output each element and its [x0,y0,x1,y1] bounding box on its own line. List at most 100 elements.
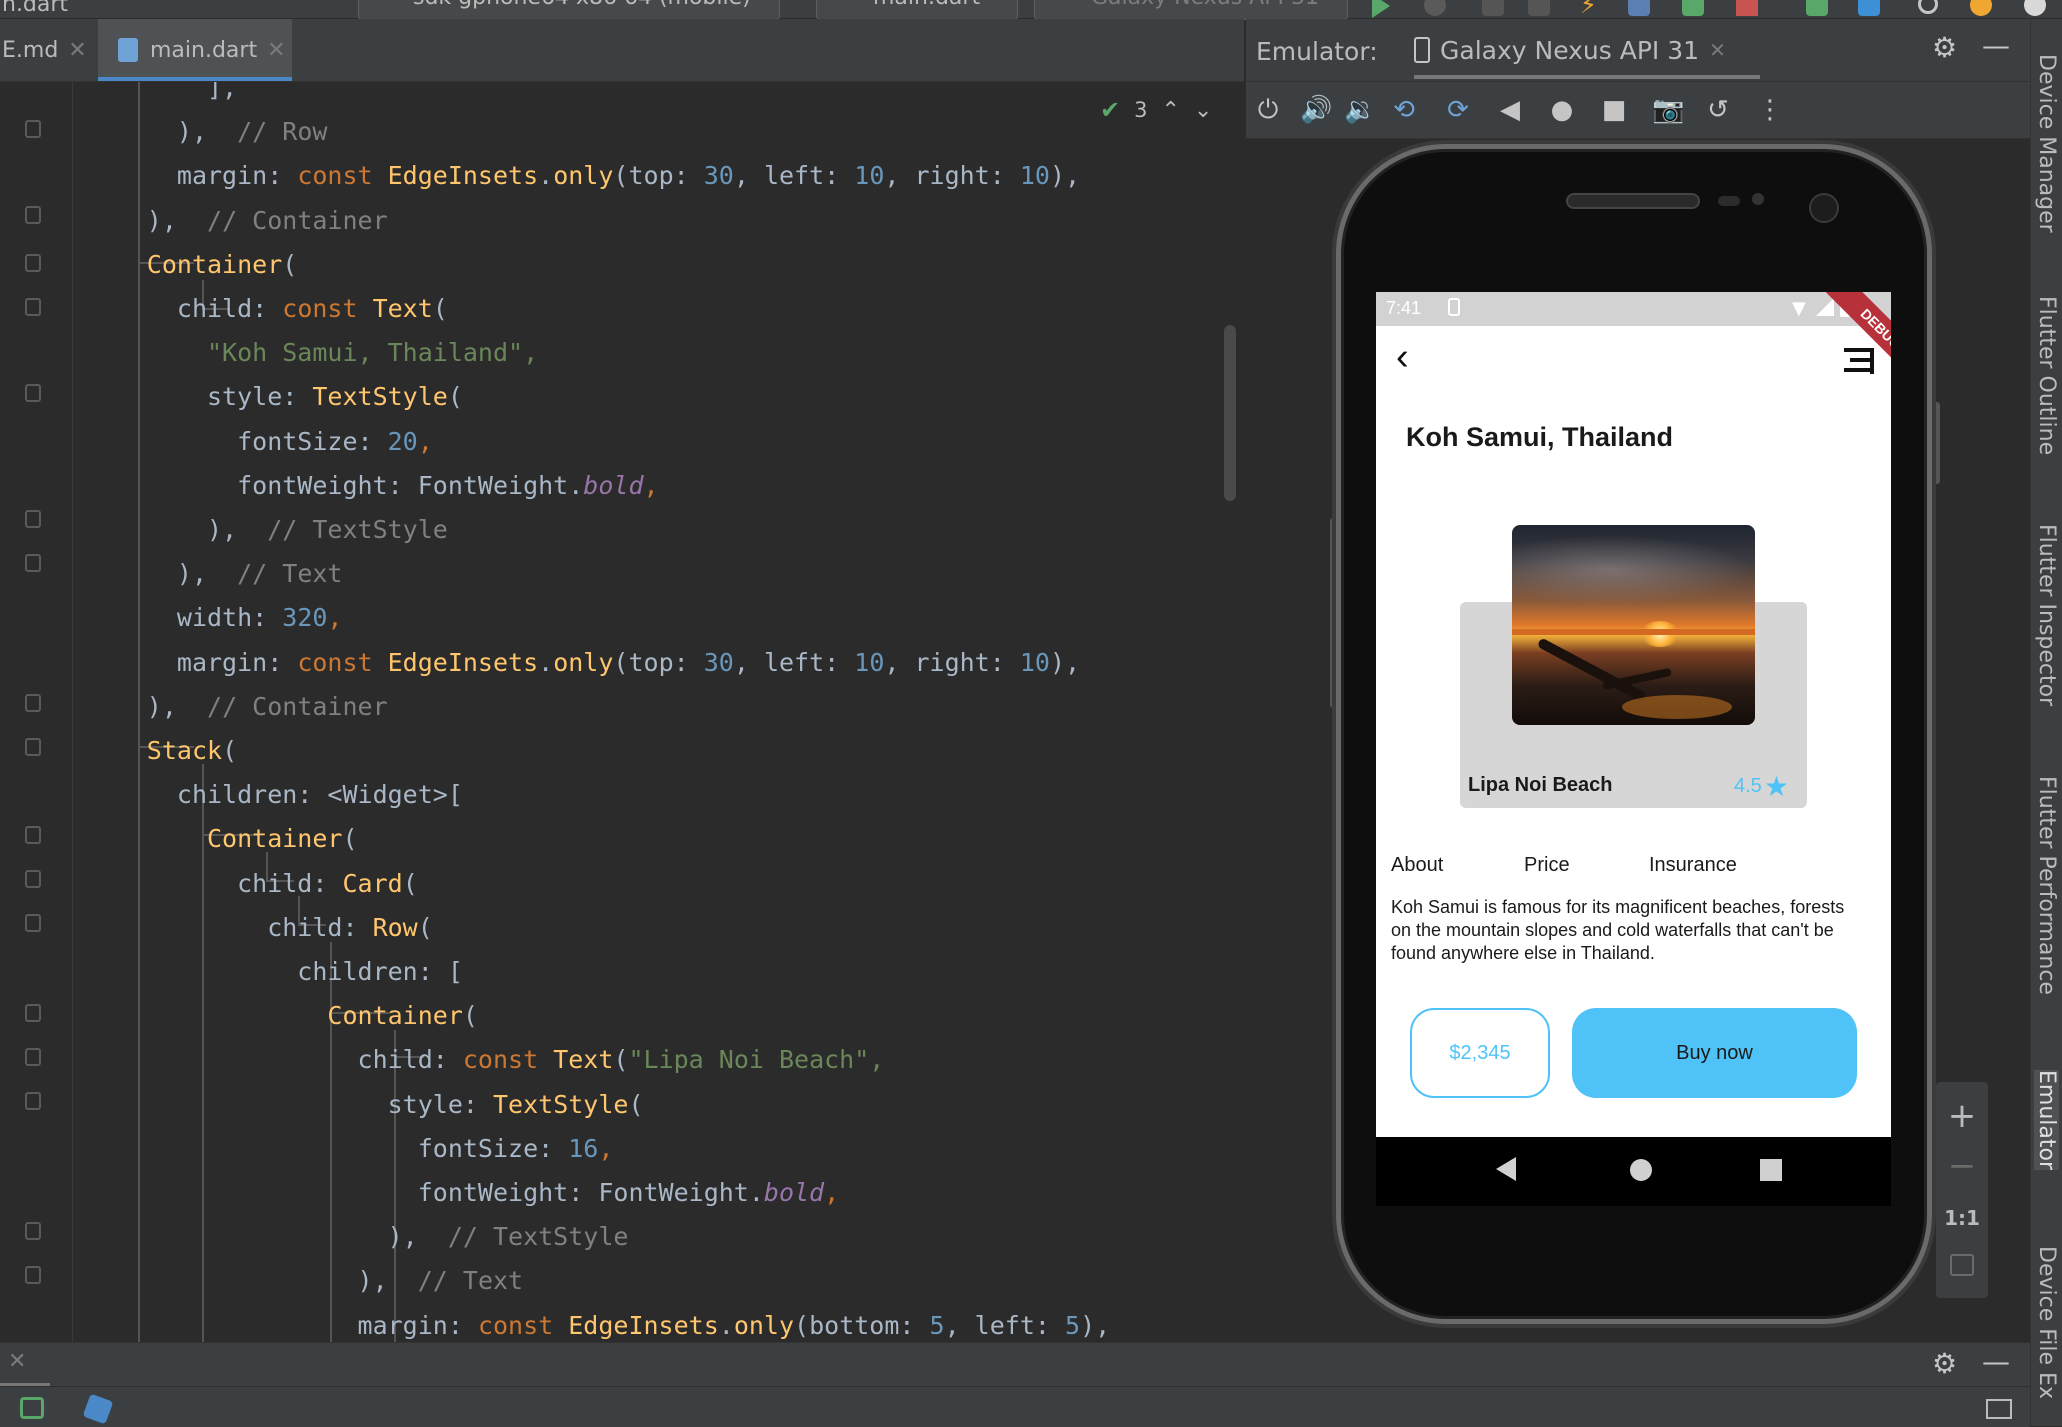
more-icon[interactable]: ⋮ [1756,96,1784,124]
code-line[interactable]: margin: const EdgeInsets.only(top: 30, l… [147,154,1080,198]
zoom-in-button[interactable]: + [1936,1096,1988,1136]
code-line[interactable]: ), // Text [147,1259,524,1303]
hot-reload-icon[interactable]: ⚡ [1580,0,1602,17]
account-icon[interactable] [2024,0,2046,16]
code-line[interactable]: children: [ [147,950,463,994]
code-line[interactable]: child: const Text("Lipa Noi Beach", [147,1038,885,1082]
minimize-icon[interactable]: — [1982,1345,2010,1378]
code-line[interactable]: width: 320, [147,596,343,640]
power-icon[interactable]: ⏻ [1254,96,1282,124]
hot-restart-icon[interactable] [1628,0,1650,16]
device-selector[interactable]: sdk gphone64 x86 64 (mobile) [358,0,780,20]
tool-window-device-manager[interactable]: Device Manager [2034,54,2059,233]
nav-recents-icon[interactable] [1760,1159,1782,1181]
code-line[interactable]: child: const Text( [147,287,448,331]
tool-window-flutter-inspector[interactable]: Flutter Inspector [2034,524,2059,706]
snapshot-icon[interactable]: ↺ [1704,96,1732,124]
fold-marker[interactable] [25,1048,41,1066]
home-icon[interactable]: ● [1548,96,1576,124]
nav-home-icon[interactable] [1630,1159,1652,1181]
debug-icon[interactable] [1424,0,1446,16]
updates-icon[interactable] [1970,0,1992,16]
tab-about[interactable]: About [1391,854,1443,877]
gear-icon[interactable]: ⚙ [1932,1347,1957,1380]
sync-icon[interactable] [1858,0,1880,16]
fold-marker[interactable] [25,384,41,402]
stop-icon[interactable] [1736,0,1758,16]
nav-back-icon[interactable] [1496,1157,1516,1181]
gear-icon[interactable]: ⚙ [1932,31,1957,64]
tab-readme[interactable]: E.md ✕ [0,19,98,81]
code-line[interactable]: Container( [147,994,478,1038]
menu-icon[interactable] [1844,348,1874,374]
code-line[interactable]: ), // Container [147,685,388,729]
code-line[interactable]: child: Card( [147,862,418,906]
profile-icon[interactable] [1482,0,1504,16]
tab-emulator-device[interactable]: Galaxy Nexus API 31 ✕ [1414,19,1760,81]
attach-icon[interactable] [1528,0,1550,16]
code-line[interactable]: ], [147,82,237,110]
chevron-down-icon[interactable]: ⌄ [1194,98,1212,123]
fold-marker[interactable] [25,1092,41,1110]
tab-insurance[interactable]: Insurance [1649,854,1737,877]
tool-window-flutter-outline[interactable]: Flutter Outline [2034,296,2059,455]
back-icon[interactable]: ◀ [1496,96,1524,124]
code-line[interactable]: child: Row( [147,906,433,950]
code-line[interactable]: ), // Row [147,110,328,154]
rotate-right-icon[interactable]: ⟳ [1444,96,1472,124]
minimize-icon[interactable]: — [1982,29,2010,62]
chevron-up-icon[interactable]: ⌃ [1161,98,1179,123]
run-icon[interactable] [1372,0,1390,18]
tool-window-flutter-performance[interactable]: Flutter Performance [2034,776,2059,995]
fold-marker[interactable] [25,1004,41,1022]
code-line[interactable]: "Koh Samui, Thailand", [147,331,538,375]
fold-marker[interactable] [25,510,41,528]
avd-manager-icon[interactable] [1806,0,1828,16]
editor-scrollbar[interactable] [1224,325,1236,501]
camera-icon[interactable]: 📷 [1652,96,1684,124]
fold-marker[interactable] [25,254,41,272]
code-line[interactable]: Container( [147,817,358,861]
code-line[interactable]: fontWeight: FontWeight.bold, [147,1171,839,1215]
fold-marker[interactable] [25,120,41,138]
phone-screen[interactable]: 7:41 ▼ DEBUG ‹ Koh Samui, Thailand Lipa … [1376,292,1891,1137]
run-config-selector[interactable]: main.dart [816,0,1018,20]
fold-marker[interactable] [25,1266,41,1284]
tool-window-emulator[interactable]: Emulator [2034,1070,2059,1170]
close-icon[interactable]: ✕ [267,38,285,63]
search-icon[interactable] [1918,0,1938,14]
layout-icon[interactable] [1986,1399,2012,1419]
code-line[interactable]: ), // Text [147,552,343,596]
code-line[interactable]: Container( [147,243,298,287]
code-line[interactable]: margin: const EdgeInsets.only(bottom: 5,… [147,1304,1111,1342]
code-line[interactable]: margin: const EdgeInsets.only(top: 30, l… [147,641,1080,685]
zoom-actual-size-button[interactable]: 1:1 [1936,1206,1988,1230]
price-button[interactable]: $2,345 [1410,1008,1550,1098]
volume-up-icon[interactable]: 🔊 [1300,96,1332,124]
fold-marker[interactable] [25,1222,41,1240]
fold-marker[interactable] [25,738,41,756]
tab-main-dart[interactable]: main.dart ✕ [98,19,292,81]
close-icon[interactable]: ✕ [1709,38,1726,62]
fold-marker[interactable] [25,554,41,572]
code-line[interactable]: children: <Widget>[ [147,773,463,817]
inspection-widget[interactable]: ✔ 3 ⌃ ⌄ [1100,96,1212,124]
rotate-left-icon[interactable]: ⟲ [1390,96,1418,124]
fold-marker[interactable] [25,694,41,712]
code-line[interactable]: ), // TextStyle [147,1215,629,1259]
event-log-icon[interactable] [20,1397,44,1419]
code-line[interactable]: Stack( [147,729,237,773]
code-line[interactable]: style: TextStyle( [147,375,463,419]
fold-marker[interactable] [25,826,41,844]
back-arrow-icon[interactable]: ‹ [1396,336,1409,379]
overview-icon[interactable]: ■ [1600,96,1628,124]
close-icon[interactable]: ✕ [68,38,86,63]
code-line[interactable]: ), // TextStyle [147,508,448,552]
fold-marker[interactable] [25,206,41,224]
code-line[interactable]: fontSize: 20, [147,420,433,464]
zoom-out-button[interactable]: − [1936,1146,1988,1186]
buy-now-button[interactable]: Buy now [1572,1008,1857,1098]
avd-selector[interactable]: Galaxy Nexus API 31 [1034,0,1348,20]
dart-analysis-icon[interactable] [82,1393,114,1425]
tool-window-device-file-explorer[interactable]: Device File Ex [2034,1246,2059,1399]
